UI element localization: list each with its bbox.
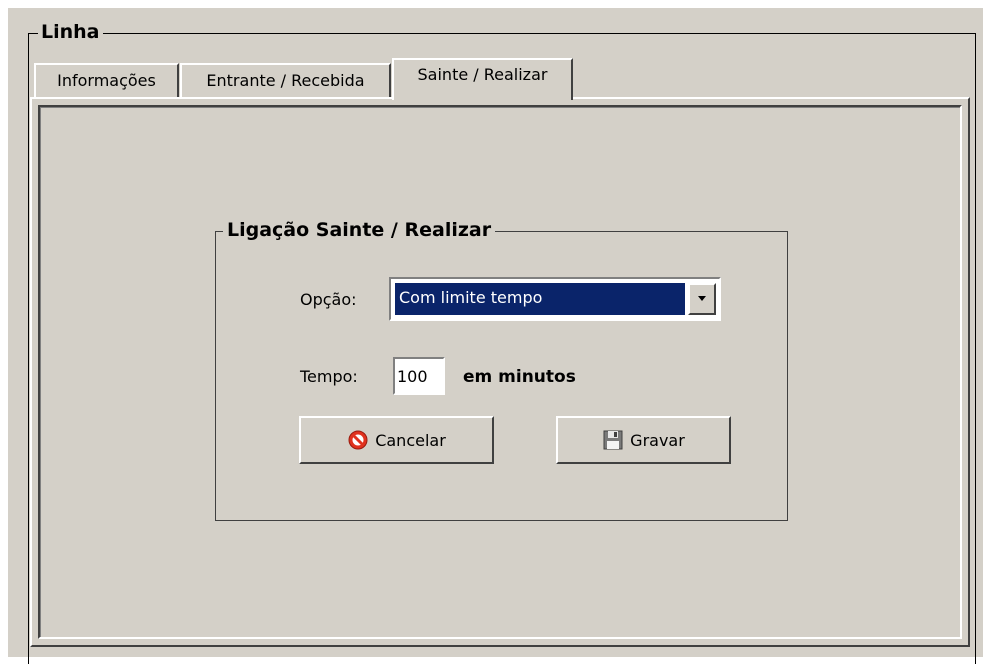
tab-label: Entrante / Recebida: [206, 71, 365, 90]
cancel-icon: [347, 429, 369, 451]
tempo-input[interactable]: [393, 357, 445, 395]
group-title-linha: Linha: [38, 20, 103, 44]
cancel-label: Cancelar: [375, 430, 446, 450]
dropdown-button[interactable]: [688, 283, 716, 315]
tab-sainte-realizar[interactable]: Sainte / Realizar: [392, 58, 573, 100]
tab-label: Informações: [57, 71, 156, 90]
save-button[interactable]: Gravar: [556, 416, 731, 464]
opcao-select[interactable]: Com limite tempo: [389, 277, 721, 321]
tab-informacoes[interactable]: Informações: [34, 63, 179, 97]
save-label: Gravar: [630, 430, 685, 450]
cancel-button[interactable]: Cancelar: [299, 416, 494, 464]
opcao-label: Opção:: [300, 290, 357, 309]
save-disk-icon: [602, 429, 624, 451]
tab-label: Sainte / Realizar: [417, 65, 548, 84]
tempo-unit-label: em minutos: [463, 367, 576, 387]
tab-entrante-recebida[interactable]: Entrante / Recebida: [180, 63, 391, 97]
tempo-label: Tempo:: [300, 367, 358, 386]
opcao-selected-value: Com limite tempo: [395, 283, 685, 315]
group-title-ligacao: Ligação Sainte / Realizar: [223, 218, 496, 242]
chevron-down-icon: [698, 296, 706, 301]
